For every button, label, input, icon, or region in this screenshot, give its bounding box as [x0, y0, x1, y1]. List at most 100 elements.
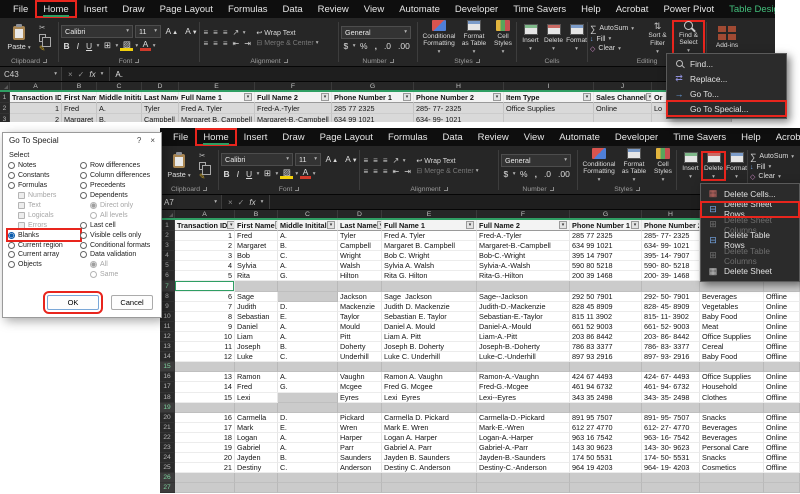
row-header-16[interactable]: 16	[160, 372, 175, 382]
align-top-icon[interactable]: ≡	[362, 156, 370, 165]
increase-indent-icon[interactable]: ⇥	[243, 39, 253, 48]
format-as-table-button[interactable]: Format as Table▾	[618, 148, 650, 183]
menu-item[interactable]: Go To Special...	[667, 101, 786, 116]
currency-button[interactable]: $	[341, 41, 351, 51]
decrease-decimal-button[interactable]: .00	[556, 169, 573, 179]
cell[interactable]: 143- 30- 9623	[642, 443, 700, 453]
align-middle-icon[interactable]: ≡	[372, 156, 380, 165]
cell[interactable]: 292 50 7901	[570, 292, 642, 302]
format-button[interactable]: Format▾	[565, 24, 588, 52]
cell[interactable]: B.	[278, 342, 338, 352]
cell[interactable]: Online	[594, 103, 652, 114]
cell[interactable]: 395- 14- 7907	[642, 251, 700, 261]
cell[interactable]: 7	[175, 302, 235, 312]
cell[interactable]: Online	[764, 302, 800, 312]
dialog-option[interactable]: Conditional formats	[80, 240, 156, 250]
column-header-B[interactable]: B	[235, 210, 278, 218]
cell[interactable]	[700, 483, 764, 493]
name-box[interactable]: A7▾	[160, 195, 222, 209]
cell[interactable]: 143 30 9623	[570, 443, 642, 453]
row-header-23[interactable]: 23	[160, 443, 175, 453]
cell[interactable]	[278, 362, 338, 372]
cell[interactable]: Campbell	[338, 241, 382, 251]
dialog-launcher-icon[interactable]	[203, 187, 207, 191]
cell[interactable]: Personal Care	[700, 443, 764, 453]
cell[interactable]: Office Supplies	[700, 372, 764, 382]
filter-button[interactable]: ▾	[631, 221, 639, 229]
row-header-15[interactable]: 15	[160, 362, 175, 372]
cell[interactable]: 292- 50- 7901	[642, 292, 700, 302]
cell[interactable]: Anderson	[338, 463, 382, 473]
cell[interactable]: Lexi Eyres	[382, 393, 477, 403]
cell[interactable]: 612 27 4770	[570, 423, 642, 433]
cell[interactable]: 891- 95- 7507	[642, 413, 700, 423]
comma-button[interactable]: ,	[532, 169, 539, 179]
ribbon-tab[interactable]: Developer	[608, 129, 665, 145]
cell[interactable]	[338, 362, 382, 372]
cell[interactable]: Snacks	[700, 413, 764, 423]
clear-button[interactable]: ◇Clear▾	[750, 173, 800, 181]
cell[interactable]	[477, 403, 570, 413]
cell[interactable]	[278, 281, 338, 291]
cell[interactable]: Beverages	[700, 292, 764, 302]
cell[interactable]: Taylor	[338, 312, 382, 322]
cell[interactable]: Mark	[235, 423, 278, 433]
increase-font-button[interactable]: A▲	[163, 26, 181, 36]
column-header-D[interactable]: D	[338, 210, 382, 218]
cell[interactable]: Hilton	[338, 271, 382, 281]
align-center-icon[interactable]: ≡	[372, 167, 380, 176]
header-cell[interactable]: First Name▾	[62, 92, 97, 103]
row-header-18[interactable]: 18	[160, 393, 175, 403]
cell[interactable]: Fred	[62, 103, 97, 114]
cell[interactable]: 963 16 7542	[570, 433, 642, 443]
cell[interactable]: 964- 19- 4203	[642, 463, 700, 473]
cell[interactable]: Harper	[338, 433, 382, 443]
delete-button[interactable]: Delete▾	[702, 152, 725, 180]
dialog-option[interactable]: Current region	[8, 240, 80, 250]
ribbon-tab[interactable]: Home	[36, 1, 75, 17]
cell[interactable]: 3	[175, 251, 235, 261]
cell[interactable]: 203- 86- 8442	[642, 332, 700, 342]
header-cell[interactable]: Phone Number 1▾	[570, 220, 642, 231]
filter-button[interactable]: ▾	[244, 93, 252, 101]
cell[interactable]: B.	[278, 453, 338, 463]
header-cell[interactable]: Full Name 1▾	[382, 220, 477, 231]
cell[interactable]: Bob C. Wright	[382, 251, 477, 261]
cell[interactable]: Luke C. Underhill	[382, 352, 477, 362]
cell-styles-button[interactable]: Cell Styles▾	[650, 148, 676, 183]
cell[interactable]: 828 45 8909	[570, 302, 642, 312]
cell[interactable]: 828- 45- 8909	[642, 302, 700, 312]
find-select-button[interactable]: Find & Select▾	[673, 21, 704, 54]
cell[interactable]: Meat	[700, 322, 764, 332]
font-size-select[interactable]: 11▾	[135, 25, 161, 38]
cell[interactable]: Rita	[235, 271, 278, 281]
ribbon-tab[interactable]: Insert	[237, 129, 275, 145]
row-header-3[interactable]: 3	[0, 114, 10, 122]
cell[interactable]: Household	[700, 382, 764, 392]
cell[interactable]: G.	[278, 271, 338, 281]
cell[interactable]: Ramon-A.-Vaughn	[477, 372, 570, 382]
row-header-1[interactable]: 1	[160, 220, 175, 231]
ribbon-tab[interactable]: Automate	[392, 1, 447, 17]
cell[interactable]: Wright	[338, 251, 382, 261]
cell[interactable]: Judith D. Mackenzie	[382, 302, 477, 312]
cell[interactable]: Mark-E.-Wren	[477, 423, 570, 433]
ribbon-tab[interactable]: Review	[471, 129, 516, 145]
row-header-8[interactable]: 8	[160, 292, 175, 302]
header-cell[interactable]: Phone Number 1▾	[332, 92, 414, 103]
cell[interactable]: Jayden B. Saunders	[382, 453, 477, 463]
wrap-text-button[interactable]: ↩Wrap Text	[416, 157, 478, 165]
align-center-icon[interactable]: ≡	[212, 39, 220, 48]
ribbon-tab[interactable]: View	[357, 1, 391, 17]
cell[interactable]	[570, 362, 642, 372]
cell[interactable]: Luke	[235, 352, 278, 362]
cell[interactable]: A.	[97, 103, 142, 114]
dialog-option[interactable]: Column differences	[80, 171, 156, 181]
cancel-entry-icon[interactable]: ×	[68, 70, 73, 79]
cell[interactable]: Sylvia A. Walsh	[382, 261, 477, 271]
ribbon-tab[interactable]: Draw	[115, 1, 151, 17]
cell[interactable]: Judith	[235, 302, 278, 312]
menu-item[interactable]: Replace...	[667, 71, 786, 86]
cell[interactable]: 9	[175, 322, 235, 332]
column-header-H[interactable]: H	[642, 210, 700, 218]
